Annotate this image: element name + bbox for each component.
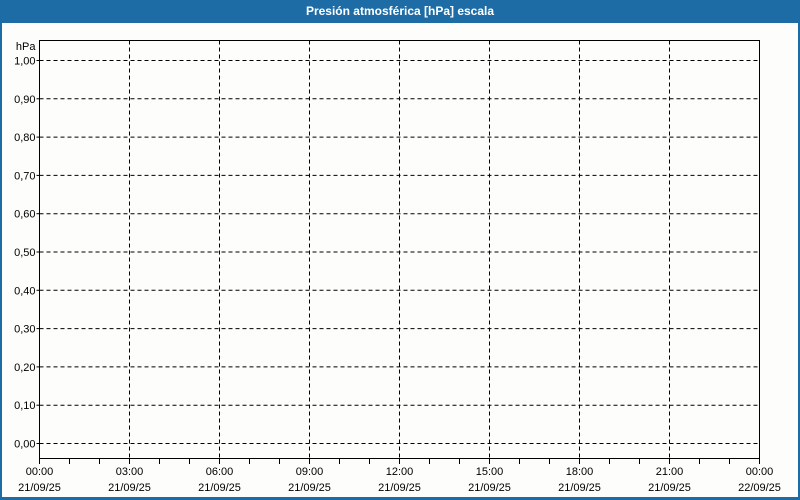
x-axis-time-label: 12:00 [386,466,414,478]
y-axis-tick-label: 0,50 [14,247,35,259]
x-axis-date-label: 21/09/25 [108,482,151,494]
x-axis-time-label: 18:00 [566,466,594,478]
y-axis-tick-label: 1,00 [14,56,35,68]
x-axis-date-label: 21/09/25 [18,482,61,494]
x-axis-time-label: 00:00 [26,466,54,478]
x-axis-time-label: 00:00 [746,466,774,478]
y-axis-unit-label: hPa [16,41,36,53]
plot-border [39,40,760,459]
y-axis-tick-label: 0,30 [14,324,35,336]
x-axis-time-label: 09:00 [296,466,324,478]
x-axis-time-label: 03:00 [116,466,144,478]
x-axis-date-label: 21/09/25 [468,482,511,494]
y-axis-tick-label: 0,10 [14,400,35,412]
x-axis-date-label: 21/09/25 [558,482,601,494]
x-axis-date-label: 21/09/25 [378,482,421,494]
window-border-left [0,23,2,500]
chart-window: Presión atmosférica [hPa] escala 1,00 0,9… [0,0,800,500]
x-axis-date-label: 21/09/25 [648,482,691,494]
y-axis-tick-label: 0,00 [14,439,35,451]
x-axis-time-label: 15:00 [476,466,504,478]
y-axis-tick-label: 0,20 [14,362,35,374]
y-axis-tick-label: 0,40 [14,285,35,297]
x-axis-date-label: 21/09/25 [198,482,241,494]
y-axis-tick-label: 0,60 [14,209,35,221]
y-axis-tick-label: 0,70 [14,170,35,182]
x-axis-date-label: 21/09/25 [288,482,331,494]
x-axis-time-label: 06:00 [206,466,234,478]
x-axis-time-label: 21:00 [656,466,684,478]
y-axis-tick-label: 0,80 [14,132,35,144]
chart-title-bar: Presión atmosférica [hPa] escala [0,0,800,23]
chart-title: Presión atmosférica [hPa] escala [305,4,495,18]
plot-area: 1,00 0,90 0,80 0,70 0,60 0,50 0,40 0,30 0,20 0,10… [14,40,781,494]
x-axis-date-label: 22/09/25 [738,482,781,494]
y-axis-tick-label: 0,90 [14,94,35,106]
